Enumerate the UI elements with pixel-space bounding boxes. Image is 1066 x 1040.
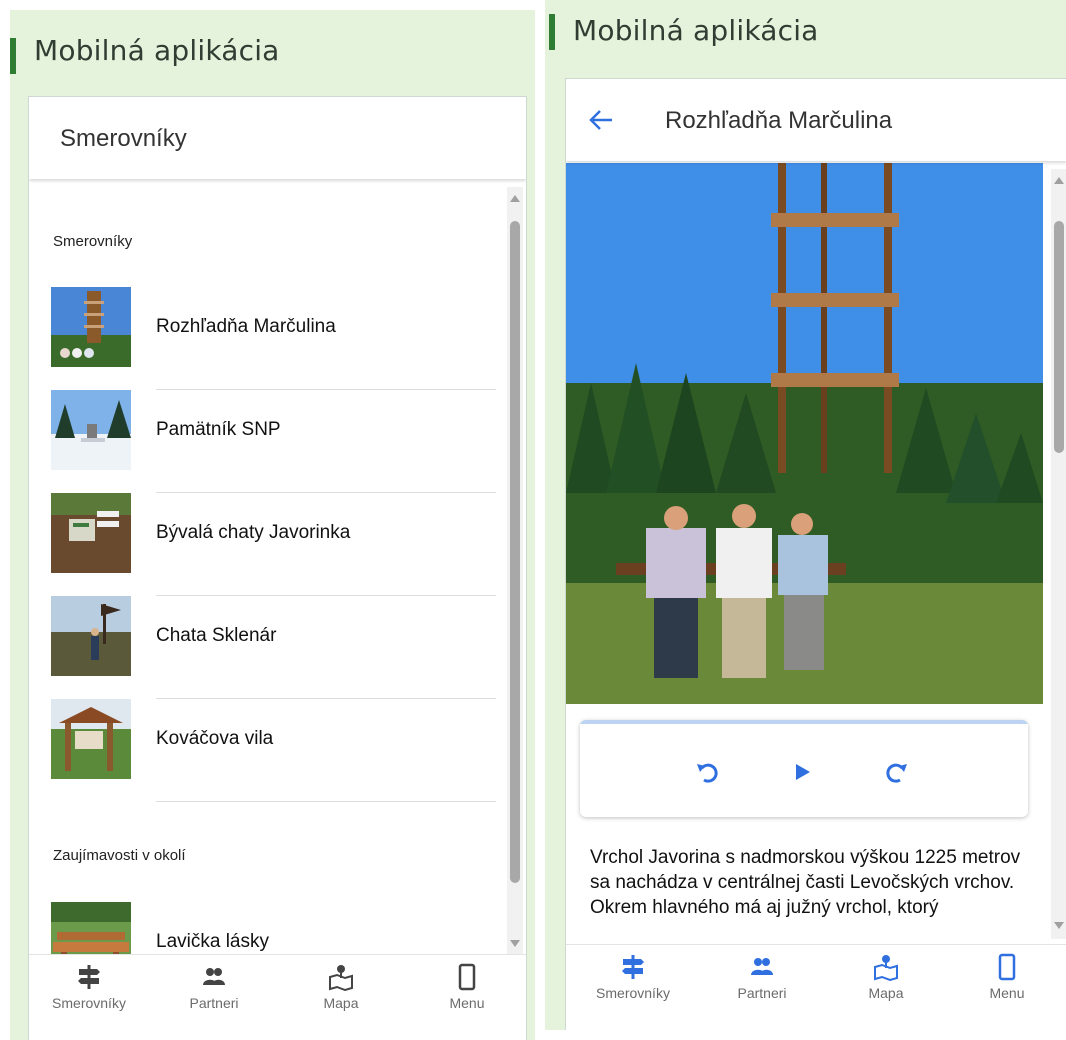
signpost-icon [78, 965, 100, 989]
forward-icon[interactable] [880, 756, 912, 788]
list-item[interactable]: Rozhľadňa Marčulina [51, 287, 496, 390]
scroll-down-arrow[interactable] [510, 940, 520, 947]
tab-menu[interactable]: Menu [952, 953, 1062, 1001]
thumbnail-shelter [51, 699, 131, 779]
header-title: Rozhľadňa Marčulina [665, 107, 893, 134]
list-item-label: Lavička lásky [156, 931, 269, 952]
list-item-label: Kováčova vila [156, 728, 274, 749]
list-item-label: Rozhľadňa Marčulina [156, 316, 336, 337]
tab-partneri[interactable]: Partneri [707, 953, 817, 1001]
scroll-thumb[interactable] [1054, 221, 1064, 453]
bottom-tab-bar: Smerovníky Partneri Mapa Menu [566, 944, 1066, 1030]
map-icon [329, 965, 353, 991]
app-header: Smerovníky [29, 97, 526, 179]
scrollbar[interactable] [1051, 169, 1066, 939]
tab-label: Mapa [868, 985, 904, 1001]
rewind-icon[interactable] [692, 756, 724, 788]
right-panel: Mobilná aplikácia Rozhľadňa Marčulina Vr… [545, 0, 1066, 1030]
scroll-down-arrow[interactable] [1054, 922, 1064, 929]
list-item-label: Bývalá chaty Javorinka [156, 522, 351, 543]
description-text: Vrchol Javorina s nadmorskou výškou 1225… [590, 847, 1021, 918]
tab-label: Smerovníky [596, 985, 670, 1001]
app-header: Rozhľadňa Marčulina [566, 79, 1066, 161]
phone-icon [998, 953, 1016, 981]
tab-mapa[interactable]: Mapa [286, 963, 396, 1011]
section-title: Mobilná aplikácia [573, 14, 819, 47]
thumbnail-sign [51, 493, 131, 573]
tab-label: Menu [449, 995, 485, 1011]
title-accent-bar [549, 14, 555, 50]
scroll-up-arrow[interactable] [510, 195, 520, 202]
phone-icon [458, 963, 476, 991]
list-item-label: Pamätník SNP [156, 419, 281, 440]
scrollbar[interactable] [507, 187, 523, 957]
tab-label: Smerovníky [52, 995, 126, 1011]
phone-screen-list: Smerovníky Smerovníky Rozhľadňa Marčulin… [28, 96, 527, 1040]
left-panel: Mobilná aplikácia Smerovníky Smerovníky [10, 10, 535, 1040]
thumbnail-hiker [51, 596, 131, 676]
audio-progress-bar[interactable] [580, 720, 1028, 724]
tab-label: Partneri [189, 995, 239, 1011]
section-title: Mobilná aplikácia [34, 34, 280, 67]
tab-label: Partneri [737, 985, 787, 1001]
list-item[interactable]: Chata Sklenár [51, 596, 496, 699]
signpost-icon [622, 955, 644, 979]
audio-player [580, 720, 1028, 817]
list-item[interactable]: Bývalá chaty Javorinka [51, 493, 496, 596]
list-item-label: Chata Sklenár [156, 625, 277, 646]
list-section-heading: Zaujímavosti v okolí [53, 847, 186, 864]
thumbnail-tower [51, 287, 131, 367]
list-item[interactable]: Kováčova vila [51, 699, 496, 802]
tab-smerovniky[interactable]: Smerovníky [34, 963, 144, 1011]
list-item[interactable]: Pamätník SNP [51, 390, 496, 493]
scroll-up-arrow[interactable] [1054, 177, 1064, 184]
tab-menu[interactable]: Menu [412, 963, 522, 1011]
map-icon [874, 955, 898, 981]
people-icon [203, 968, 225, 985]
tower-photo [566, 163, 1043, 704]
divider [156, 801, 496, 802]
phone-screen-detail: Rozhľadňa Marčulina Vrchol Javorina s na… [565, 78, 1066, 1030]
tab-label: Menu [989, 985, 1025, 1001]
tab-mapa[interactable]: Mapa [831, 953, 941, 1001]
arrow-left-icon[interactable] [588, 109, 614, 131]
tab-partneri[interactable]: Partneri [159, 963, 269, 1011]
bottom-tab-bar: Smerovníky Partneri Mapa Menu [29, 954, 526, 1040]
tab-label: Mapa [323, 995, 359, 1011]
thumbnail-snow [51, 390, 131, 470]
scroll-thumb[interactable] [510, 221, 520, 883]
title-accent-bar [10, 38, 16, 74]
header-title: Smerovníky [60, 125, 187, 152]
people-icon [751, 958, 773, 975]
tab-smerovniky[interactable]: Smerovníky [578, 953, 688, 1001]
list-section-heading: Smerovníky [53, 233, 133, 250]
play-icon[interactable] [786, 756, 818, 788]
